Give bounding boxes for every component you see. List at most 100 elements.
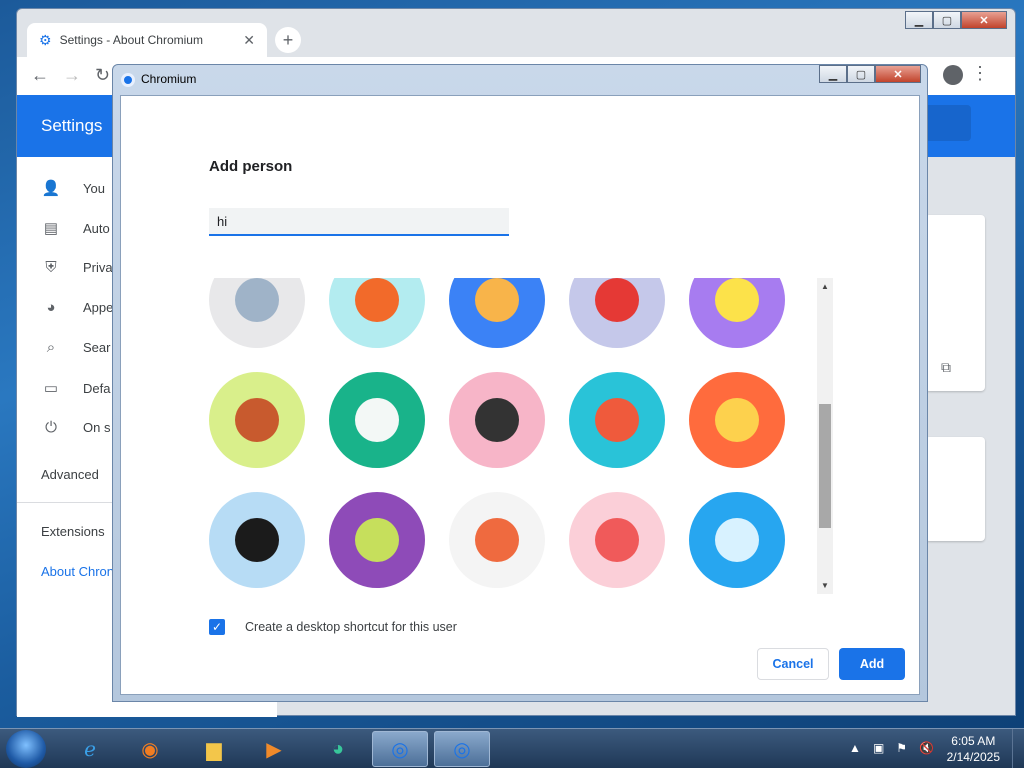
ie-icon[interactable]: ℯ <box>62 731 118 767</box>
forward-icon[interactable]: → <box>63 65 81 86</box>
sidebar-item-autofill[interactable]: ▤ Auto <box>41 219 110 237</box>
avatar-illustration <box>235 278 279 322</box>
shortcut-label: Create a desktop shortcut for this user <box>245 620 457 634</box>
tab-title: Settings - About Chromium <box>59 33 203 47</box>
dialog-heading: Add person <box>209 158 293 175</box>
origami-avatar[interactable] <box>209 278 305 348</box>
show-desktop-button[interactable] <box>1012 729 1024 768</box>
shortcut-checkbox[interactable]: ✓ <box>209 619 225 635</box>
sidebar-item-you[interactable]: 👤 You <box>41 179 105 197</box>
settings-card <box>925 437 985 541</box>
bicycle-avatar[interactable] <box>449 278 545 348</box>
clock[interactable]: 6:05 AM 2/14/2025 <box>947 733 1000 765</box>
sidebar-item-advanced[interactable]: Advanced <box>41 467 99 482</box>
close-button[interactable]: ✕ <box>875 65 921 83</box>
new-tab-button[interactable]: + <box>275 27 301 53</box>
start-button[interactable] <box>6 730 46 768</box>
football-avatar[interactable] <box>209 372 305 468</box>
folder-icon[interactable]: ▆ <box>186 731 242 767</box>
profile-icon[interactable] <box>943 65 963 85</box>
chevron-up-icon[interactable]: ▲ <box>849 741 861 755</box>
scroll-down-icon[interactable]: ▼ <box>820 581 830 590</box>
sidebar-item-search[interactable]: ⌕ Sear <box>41 339 111 356</box>
browser-icon: ▭ <box>43 380 59 397</box>
scroll-up-icon[interactable]: ▲ <box>820 282 830 291</box>
chromium-icon[interactable]: ◎ <box>372 731 428 767</box>
taskbar: ℯ ◉ ▆ ▶ ◕ ◎ ◎ ▲ ▣ ⚑ 🔇 6:05 AM 2/14/2025 <box>0 728 1024 768</box>
person-icon: 👤 <box>41 180 61 197</box>
add-button[interactable]: Add <box>839 648 905 680</box>
avatar-scrollbar[interactable]: ▲ ▼ <box>817 278 833 594</box>
reload-icon[interactable]: ↻ <box>95 65 110 86</box>
avatar-illustration <box>235 398 279 442</box>
gear-icon: ⚙ <box>39 31 52 48</box>
smile-avatar[interactable] <box>449 492 545 588</box>
noodles-avatar[interactable] <box>329 372 425 468</box>
game-avatar[interactable] <box>689 372 785 468</box>
maximize-button[interactable]: ▢ <box>847 65 875 83</box>
scrollbar-thumb[interactable] <box>819 404 831 528</box>
avatar-illustration <box>715 278 759 322</box>
volume-muted-icon[interactable]: 🔇 <box>919 741 934 755</box>
flag-icon[interactable]: ⚑ <box>896 741 907 755</box>
sidebar-item-label: Sear <box>83 340 111 355</box>
close-button[interactable]: ✕ <box>961 11 1007 29</box>
power-icon: ⏻ <box>45 419 57 436</box>
search-icon: ⌕ <box>46 339 56 356</box>
sidebar-item-about[interactable]: About Chron <box>41 564 114 579</box>
dialog-window-controls: ▁ ▢ ✕ <box>819 65 921 83</box>
dialog-content: Add person ▲ ▼ ✓ Create a desktop shortc… <box>120 95 920 695</box>
menu-icon[interactable]: ⋮ <box>971 63 989 84</box>
name-input[interactable] <box>209 208 509 236</box>
shield-icon: ⛨ <box>45 259 57 276</box>
clock-time: 6:05 AM <box>951 734 996 748</box>
avatar-illustration <box>715 398 759 442</box>
avocado-avatar[interactable] <box>329 492 425 588</box>
minimize-button[interactable]: ▁ <box>905 11 933 29</box>
media-icon[interactable]: ▶ <box>246 731 302 767</box>
chromium-icon[interactable]: ◎ <box>434 731 490 767</box>
basketball-avatar[interactable] <box>329 278 425 348</box>
icecream-avatar[interactable] <box>569 492 665 588</box>
sidebar-item-extensions[interactable]: Extensions <box>41 524 105 539</box>
tab-settings[interactable]: ⚙ Settings - About Chromium ✕ <box>27 23 267 57</box>
system-tray: ▲ ▣ ⚑ 🔇 <box>849 741 934 755</box>
clipboard-icon: ▤ <box>43 220 59 237</box>
sidebar-item-label: Defa <box>83 380 111 396</box>
check-icon: ✓ <box>211 620 223 634</box>
sidebar-item-label: Priva <box>83 260 113 275</box>
back-icon[interactable]: ← <box>31 65 49 86</box>
add-person-window: Chromium ▁ ▢ ✕ Add person ▲ ▼ ✓ Create a… <box>112 64 928 702</box>
avatar-illustration <box>355 278 399 322</box>
icecubes-avatar[interactable] <box>689 492 785 588</box>
cheese-avatar[interactable] <box>689 278 785 348</box>
chromium-logo-icon <box>121 73 135 87</box>
app-icon[interactable]: ◕ <box>310 731 366 767</box>
avatar-illustration <box>475 398 519 442</box>
settings-title: Settings <box>41 116 103 135</box>
avatar-illustration <box>715 518 759 562</box>
close-icon[interactable]: ✕ <box>243 32 255 49</box>
external-link-icon[interactable]: ⧉ <box>941 359 951 376</box>
sidebar-item-default-browser[interactable]: ▭ Defa <box>41 379 111 397</box>
network-icon[interactable]: ▣ <box>873 741 884 755</box>
minimize-button[interactable]: ▁ <box>819 65 847 83</box>
sidebar-item-privacy[interactable]: ⛨ Priva <box>41 259 113 276</box>
sushi-avatar[interactable] <box>569 372 665 468</box>
avatar-illustration <box>595 518 639 562</box>
bird-avatar[interactable] <box>569 278 665 348</box>
palette-icon: ◕ <box>46 299 56 316</box>
sidebar-item-label: Auto <box>83 220 110 236</box>
avatar-grid <box>209 278 821 594</box>
avatar-illustration <box>595 278 639 322</box>
avatar-illustration <box>475 278 519 322</box>
cancel-button[interactable]: Cancel <box>757 648 829 680</box>
maximize-button[interactable]: ▢ <box>933 11 961 29</box>
avatar-illustration <box>355 398 399 442</box>
vinyl-avatar[interactable] <box>209 492 305 588</box>
sunglasses-avatar[interactable] <box>449 372 545 468</box>
firefox-icon[interactable]: ◉ <box>122 731 178 767</box>
settings-card: ⧉ <box>925 215 985 391</box>
sidebar-item-appearance[interactable]: ◕ Appe <box>41 299 113 316</box>
sidebar-item-on-startup[interactable]: ⏻ On s <box>41 419 110 436</box>
